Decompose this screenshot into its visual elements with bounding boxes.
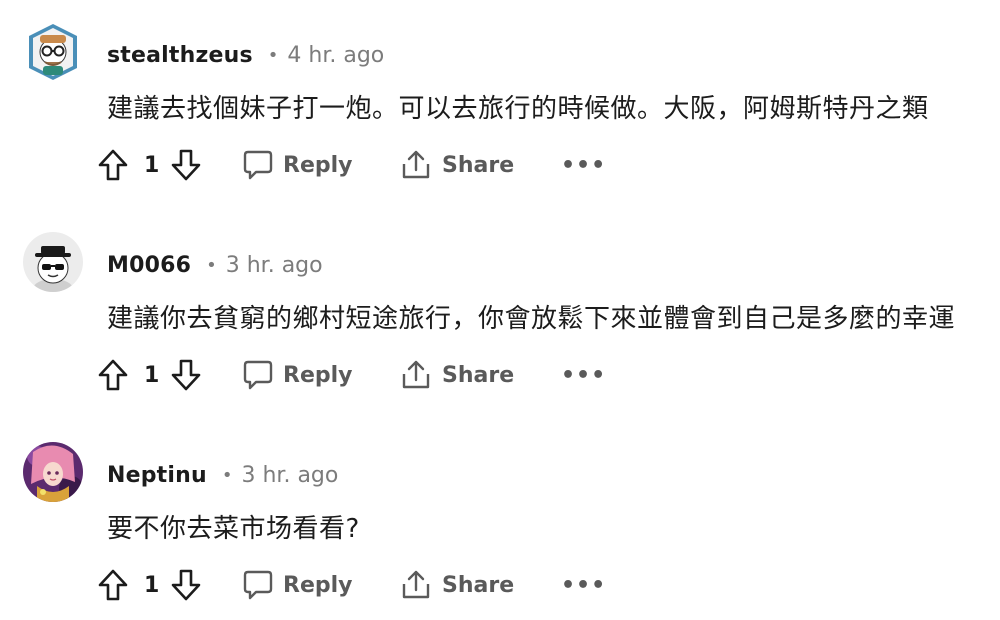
username[interactable]: M0066 xyxy=(107,253,191,278)
upvote-arrow-icon xyxy=(98,569,128,601)
snoo-avatar-image xyxy=(23,232,83,292)
upvote-button[interactable] xyxy=(97,563,129,607)
share-button[interactable]: Share xyxy=(400,143,514,187)
comment: stealthzeus • 4 hr. ago 建議去找個妹子打一炮。可以去旅行… xyxy=(0,0,1000,200)
comment-header: stealthzeus • 4 hr. ago xyxy=(107,40,384,70)
share-button[interactable]: Share xyxy=(400,563,514,607)
vote-count: 1 xyxy=(144,143,159,187)
upvote-button[interactable] xyxy=(97,353,129,397)
avatar[interactable] xyxy=(23,232,83,292)
comment-header: Neptinu • 3 hr. ago xyxy=(107,460,338,490)
share-arrow-icon xyxy=(402,150,430,179)
downvote-button[interactable] xyxy=(170,143,202,187)
more-options-button[interactable]: ••• xyxy=(561,353,606,397)
reply-button[interactable]: Reply xyxy=(243,563,353,607)
username[interactable]: stealthzeus xyxy=(107,43,253,68)
reply-button[interactable]: Reply xyxy=(243,143,353,187)
speech-bubble-icon xyxy=(243,570,273,600)
timestamp[interactable]: 3 hr. ago xyxy=(242,463,339,488)
comment: Neptinu • 3 hr. ago 要不你去菜市场看看? 1 Reply S… xyxy=(0,420,1000,620)
vote-count-value: 1 xyxy=(144,152,160,178)
timestamp[interactable]: 3 hr. ago xyxy=(226,253,323,278)
ellipsis-icon: ••• xyxy=(561,152,607,178)
share-label: Share xyxy=(442,362,515,388)
vote-count-value: 1 xyxy=(144,362,160,388)
separator-dot: • xyxy=(267,44,279,66)
share-arrow-icon xyxy=(402,570,430,599)
anime-avatar-image xyxy=(23,442,83,502)
reply-button[interactable]: Reply xyxy=(243,353,353,397)
downvote-button[interactable] xyxy=(170,563,202,607)
separator-dot: • xyxy=(206,254,217,276)
vote-count: 1 xyxy=(144,563,159,607)
timestamp[interactable]: 4 hr. ago xyxy=(287,43,384,68)
upvote-arrow-icon xyxy=(98,359,128,391)
username[interactable]: Neptinu xyxy=(107,463,207,488)
reply-label: Reply xyxy=(283,572,353,598)
comment: M0066 • 3 hr. ago 建議你去貧窮的鄉村短途旅行，你會放鬆下來並體… xyxy=(0,210,1000,410)
share-button[interactable]: Share xyxy=(400,353,514,397)
more-options-button[interactable]: ••• xyxy=(561,143,606,187)
speech-bubble-icon xyxy=(243,150,273,180)
snoo-avatar-image xyxy=(23,22,83,82)
separator-dot: • xyxy=(221,464,233,486)
more-options-button[interactable]: ••• xyxy=(561,563,606,607)
upvote-button[interactable] xyxy=(97,143,129,187)
downvote-arrow-icon xyxy=(171,359,201,391)
share-arrow-icon xyxy=(402,360,430,389)
comment-text: 建議去找個妹子打一炮。可以去旅行的時候做。大阪，阿姆斯特丹之類 xyxy=(107,94,929,124)
upvote-arrow-icon xyxy=(98,149,128,181)
vote-count: 1 xyxy=(144,353,159,397)
downvote-arrow-icon xyxy=(171,149,201,181)
share-label: Share xyxy=(442,572,515,598)
comment-header: M0066 • 3 hr. ago xyxy=(107,250,323,280)
reply-label: Reply xyxy=(283,362,353,388)
comment-text: 要不你去菜市场看看? xyxy=(107,514,360,544)
ellipsis-icon: ••• xyxy=(561,362,607,388)
avatar[interactable] xyxy=(23,22,83,82)
speech-bubble-icon xyxy=(243,360,273,390)
vote-count-value: 1 xyxy=(144,572,160,598)
comment-text: 建議你去貧窮的鄉村短途旅行，你會放鬆下來並體會到自己是多麼的幸運 xyxy=(107,304,956,334)
downvote-button[interactable] xyxy=(170,353,202,397)
share-label: Share xyxy=(442,152,515,178)
reply-label: Reply xyxy=(283,152,353,178)
downvote-arrow-icon xyxy=(171,569,201,601)
ellipsis-icon: ••• xyxy=(561,572,607,598)
avatar[interactable] xyxy=(23,442,83,502)
